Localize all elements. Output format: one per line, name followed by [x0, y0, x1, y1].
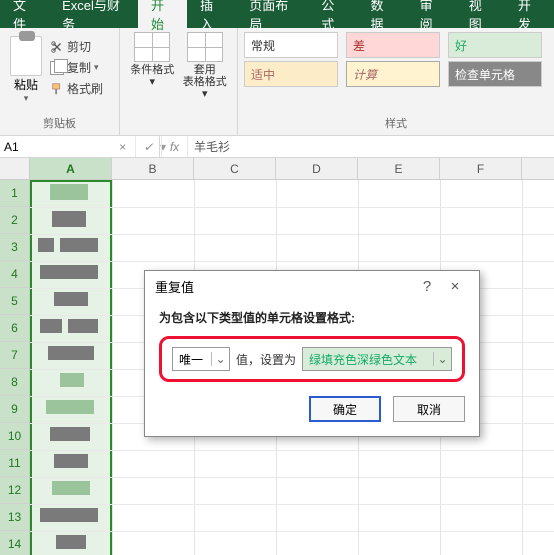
format-selected: 绿填充色深绿色文本 [303, 351, 433, 368]
row-header-12[interactable]: 12 [0, 477, 30, 504]
style-neutral[interactable]: 适中 [244, 61, 338, 87]
accept-formula-button[interactable]: ✓ [136, 136, 162, 157]
tab-view[interactable]: 视图 [456, 0, 505, 28]
value-type-combo[interactable]: 唯一 ⌄ [172, 347, 230, 371]
dialog-close-button[interactable]: × [441, 278, 469, 295]
tab-page-layout[interactable]: 页面布局 [236, 0, 308, 28]
tab-insert[interactable]: 插入 [187, 0, 236, 28]
formula-bar: ▾ × ✓ fx 羊毛衫 [0, 136, 554, 158]
chevron-down-icon: ⌄ [433, 352, 451, 366]
clipboard-group-label: 剪贴板 [0, 113, 119, 135]
row-header-7[interactable]: 7 [0, 342, 30, 369]
row-header-9[interactable]: 9 [0, 396, 30, 423]
style-calculation[interactable]: 计算 [346, 61, 440, 87]
format-painter-button[interactable]: 格式刷 [50, 80, 103, 97]
col-header-B[interactable]: B [112, 158, 194, 179]
cut-label: 剪切 [67, 38, 91, 55]
tab-developer[interactable]: 开发 [505, 0, 554, 28]
row-header-4[interactable]: 4 [0, 261, 30, 288]
style-normal[interactable]: 常规 [244, 32, 338, 58]
paste-label: 粘贴 [14, 76, 38, 93]
chevron-down-icon: ▾ [149, 76, 155, 88]
name-box[interactable]: ▾ [0, 136, 110, 157]
column-headers: A B C D E F [30, 158, 554, 180]
copy-icon [50, 61, 64, 75]
brush-label: 格式刷 [67, 80, 103, 97]
row-header-2[interactable]: 2 [0, 207, 30, 234]
dialog-instruction: 为包含以下类型值的单元格设置格式: [159, 309, 465, 326]
tab-home[interactable]: 开始 [138, 0, 187, 28]
conditional-formatting-icon [134, 32, 170, 62]
dialog-help-button[interactable]: ? [413, 278, 441, 295]
row-header-14[interactable]: 14 [0, 531, 30, 555]
cancel-formula-button[interactable]: × [110, 136, 136, 157]
formula-content[interactable]: 羊毛衫 [188, 136, 554, 157]
table-format-icon [187, 32, 223, 62]
fx-button[interactable]: fx [162, 136, 188, 157]
row-header-6[interactable]: 6 [0, 315, 30, 342]
paste-button[interactable] [10, 36, 42, 76]
row-header-8[interactable]: 8 [0, 369, 30, 396]
col-header-A[interactable]: A [30, 158, 112, 179]
tab-data[interactable]: 数据 [358, 0, 407, 28]
col-header-E[interactable]: E [358, 158, 440, 179]
conditional-formatting-label: 条件格式 [130, 64, 174, 76]
ribbon: 粘贴 ▾ 剪切 复制▾ 格式刷 [0, 28, 554, 136]
chevron-down-icon: ⌄ [211, 352, 229, 366]
copy-label: 复制 [67, 59, 91, 76]
style-bad[interactable]: 差 [346, 32, 440, 58]
col-header-F[interactable]: F [440, 158, 522, 179]
scissors-icon [50, 40, 64, 54]
ok-button[interactable]: 确定 [309, 396, 381, 422]
row-header-1[interactable]: 1 [0, 180, 30, 207]
paste-dropdown-icon[interactable]: ▾ [24, 93, 29, 104]
row-header-13[interactable]: 13 [0, 504, 30, 531]
row-header-5[interactable]: 5 [0, 288, 30, 315]
tab-file[interactable]: 文件 [0, 0, 49, 28]
conditional-formatting-button[interactable]: 条件格式 ▾ [126, 32, 179, 113]
format-combo[interactable]: 绿填充色深绿色文本 ⌄ [302, 347, 452, 371]
ribbon-tabs: 文件 Excel与财务 开始 插入 页面布局 公式 数据 审阅 视图 开发 [0, 0, 554, 28]
style-good[interactable]: 好 [448, 32, 542, 58]
row-header-3[interactable]: 3 [0, 234, 30, 261]
tab-excel-finance[interactable]: Excel与财务 [49, 0, 138, 28]
styles-group-label: 样式 [238, 113, 554, 135]
row-header-11[interactable]: 11 [0, 450, 30, 477]
cut-button[interactable]: 剪切 [50, 38, 103, 55]
duplicate-values-dialog: 重复值 ? × 为包含以下类型值的单元格设置格式: 唯一 ⌄ 值，设置为 绿填充… [144, 270, 480, 437]
column-selection-highlight [30, 180, 112, 555]
tab-formula[interactable]: 公式 [308, 0, 357, 28]
value-type-selected: 唯一 [173, 351, 211, 368]
select-all-corner[interactable] [0, 158, 30, 180]
copy-button[interactable]: 复制▾ [50, 59, 103, 76]
cancel-button[interactable]: 取消 [393, 396, 465, 422]
col-header-C[interactable]: C [194, 158, 276, 179]
style-check-cell[interactable]: 检查单元格 [448, 61, 542, 87]
table-format-button[interactable]: 套用 表格格式 ▾ [179, 32, 232, 113]
col-header-D[interactable]: D [276, 158, 358, 179]
row-headers: 1 2 3 4 5 6 7 8 9 10 11 12 13 14 [0, 180, 30, 555]
brush-icon [50, 82, 64, 96]
tab-review[interactable]: 审阅 [407, 0, 456, 28]
dialog-title: 重复值 [155, 277, 413, 296]
dialog-mid-text: 值，设置为 [236, 351, 296, 368]
dialog-highlight-box: 唯一 ⌄ 值，设置为 绿填充色深绿色文本 ⌄ [159, 336, 465, 382]
chevron-down-icon: ▾ [202, 88, 208, 100]
row-header-10[interactable]: 10 [0, 423, 30, 450]
table-format-label: 套用 表格格式 [183, 64, 227, 88]
